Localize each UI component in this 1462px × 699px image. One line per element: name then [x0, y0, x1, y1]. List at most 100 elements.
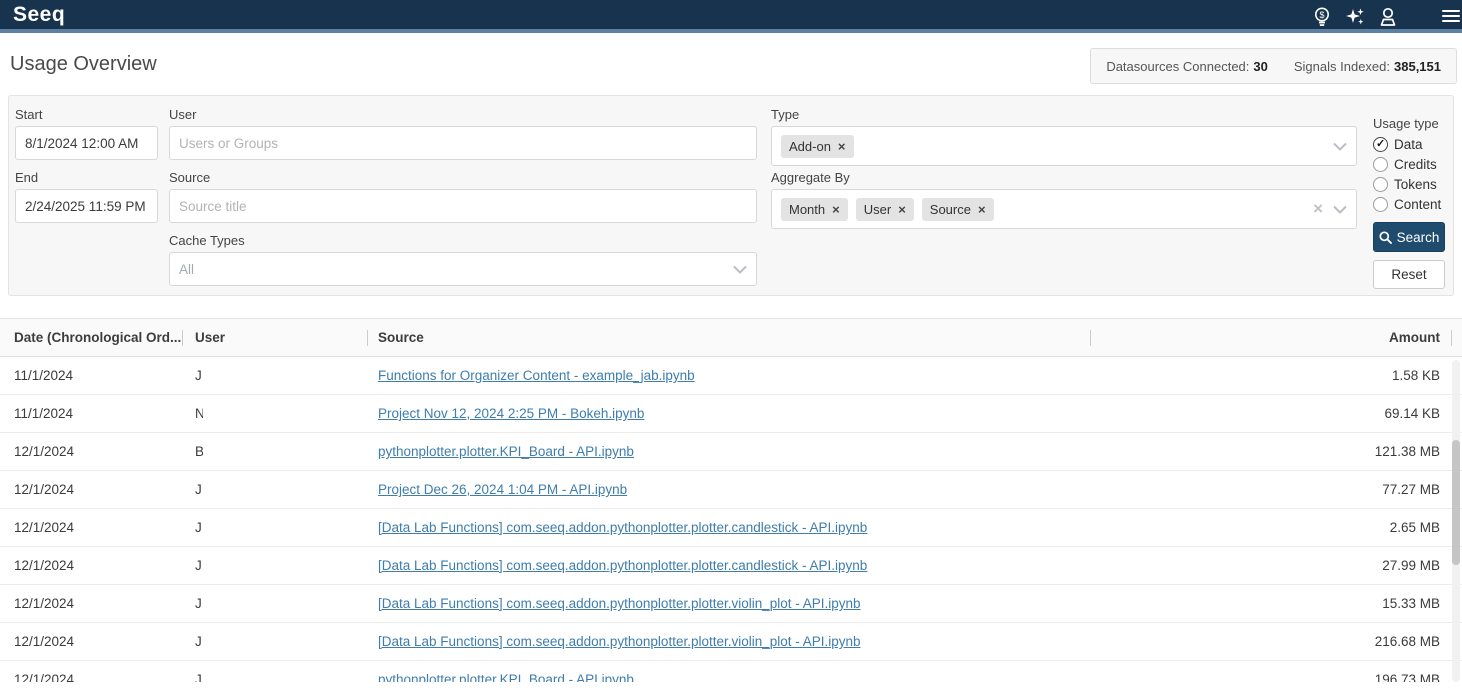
menu-icon[interactable] [1442, 7, 1460, 25]
remove-tag-icon[interactable]: × [898, 202, 906, 217]
usage-type-options: Data Credits Tokens Content [1373, 134, 1449, 214]
table-scrollbar-track[interactable] [1452, 360, 1460, 682]
source-label: Source [169, 170, 210, 185]
source-cell: pythonplotter.plotter.KPI_Board - API.ip… [367, 433, 1090, 470]
stat-label: Signals Indexed: [1294, 59, 1390, 74]
usage-type-option[interactable]: Credits [1373, 154, 1449, 174]
top-navbar: Seeq $ [0, 0, 1462, 33]
radio-button-icon[interactable] [1373, 177, 1388, 192]
radio-button-icon[interactable] [1373, 137, 1388, 152]
source-link[interactable]: Project Nov 12, 2024 2:25 PM - Bokeh.ipy… [378, 406, 644, 421]
user-cell: J [182, 547, 367, 584]
date-cell: 12/1/2024 [0, 433, 182, 470]
table-row: 12/1/2024 J pythonplotter.plotter.KPI_Bo… [0, 661, 1462, 682]
table-row: 12/1/2024 B pythonplotter.plotter.KPI_Bo… [0, 433, 1462, 471]
type-select[interactable]: Add-on× [771, 126, 1357, 166]
source-link[interactable]: [Data Lab Functions] com.seeq.addon.pyth… [378, 596, 861, 611]
table-row: 12/1/2024 J [Data Lab Functions] com.see… [0, 509, 1462, 547]
user-profile-icon[interactable] [1376, 5, 1400, 29]
source-cell: [Data Lab Functions] com.seeq.addon.pyth… [367, 509, 1090, 546]
amount-cell: 196.73 MB [1090, 661, 1452, 682]
source-link[interactable]: Functions for Organizer Content - exampl… [378, 368, 695, 383]
source-cell: Functions for Organizer Content - exampl… [367, 357, 1090, 394]
table-row: 12/1/2024 J [Data Lab Functions] com.see… [0, 547, 1462, 585]
cache-types-select[interactable]: All [169, 252, 757, 286]
end-date-input[interactable] [15, 189, 158, 223]
start-label: Start [15, 107, 42, 122]
aggregate-by-select[interactable]: Month× User× Source× × [771, 189, 1357, 229]
remove-tag-icon[interactable]: × [978, 202, 986, 217]
filter-tag[interactable]: Month× [781, 198, 848, 221]
date-cell: 11/1/2024 [0, 395, 182, 432]
radio-button-icon[interactable] [1373, 157, 1388, 172]
usage-lightbulb-icon[interactable]: $ [1310, 5, 1334, 29]
clear-and-chevron: × [1313, 199, 1347, 219]
column-header-date[interactable]: Date (Chronological Ord... [0, 319, 182, 356]
svg-text:$: $ [1319, 10, 1324, 20]
source-link[interactable]: pythonplotter.plotter.KPI_Board - API.ip… [378, 444, 634, 459]
clear-selection-icon[interactable]: × [1313, 199, 1323, 219]
stat-label: Datasources Connected: [1106, 59, 1249, 74]
date-cell: 12/1/2024 [0, 623, 182, 660]
datasources-connected-stat: Datasources Connected: 30 [1106, 59, 1268, 74]
filter-tag[interactable]: User× [856, 198, 914, 221]
table-row: 11/1/2024 N Project Nov 12, 2024 2:25 PM… [0, 395, 1462, 433]
aggregate-by-label: Aggregate By [771, 170, 850, 185]
search-icon [1379, 231, 1392, 244]
remove-tag-icon[interactable]: × [838, 139, 846, 154]
table-header: Date (Chronological Ord... User Source A… [0, 318, 1462, 357]
chevron-down-icon[interactable] [733, 265, 747, 274]
usage-type-option[interactable]: Data [1373, 134, 1449, 154]
user-cell: N [182, 395, 367, 432]
source-cell: Project Dec 26, 2024 1:04 PM - API.ipynb [367, 471, 1090, 508]
amount-cell: 77.27 MB [1090, 471, 1452, 508]
table-body: 11/1/2024 J Functions for Organizer Cont… [0, 357, 1462, 682]
user-cell: J [182, 509, 367, 546]
table-scrollbar-thumb[interactable] [1452, 440, 1460, 565]
column-header-user[interactable]: User [182, 319, 367, 356]
reset-button[interactable]: Reset [1373, 260, 1445, 289]
type-label: Type [771, 107, 799, 122]
amount-cell: 216.68 MB [1090, 623, 1452, 660]
source-link[interactable]: [Data Lab Functions] com.seeq.addon.pyth… [378, 634, 861, 649]
usage-type-option[interactable]: Content [1373, 194, 1449, 214]
table-row: 11/1/2024 J Functions for Organizer Cont… [0, 357, 1462, 395]
user-cell: B [182, 433, 367, 470]
stat-value: 30 [1253, 59, 1267, 74]
radio-button-icon[interactable] [1373, 197, 1388, 212]
signals-indexed-stat: Signals Indexed: 385,151 [1294, 59, 1441, 74]
amount-cell: 1.58 KB [1090, 357, 1452, 394]
date-cell: 12/1/2024 [0, 547, 182, 584]
page-title: Usage Overview [10, 53, 157, 76]
source-cell: Project Nov 12, 2024 2:25 PM - Bokeh.ipy… [367, 395, 1090, 432]
source-cell: [Data Lab Functions] com.seeq.addon.pyth… [367, 585, 1090, 622]
source-link[interactable]: Project Dec 26, 2024 1:04 PM - API.ipynb [378, 482, 627, 497]
user-cell: J [182, 585, 367, 622]
filter-tag[interactable]: Source× [922, 198, 994, 221]
cache-types-label: Cache Types [169, 233, 245, 248]
seeq-logo: Seeq [13, 3, 65, 27]
user-cell: J [182, 357, 367, 394]
filter-panel: Start End User Source Cache Types All Ty… [8, 95, 1454, 296]
aggregate-by-tags: Month× User× Source× [781, 198, 1002, 221]
filter-tag[interactable]: Add-on× [781, 135, 854, 158]
search-button[interactable]: Search [1373, 222, 1445, 252]
date-cell: 11/1/2024 [0, 357, 182, 394]
type-tags: Add-on× [781, 135, 862, 158]
remove-tag-icon[interactable]: × [832, 202, 840, 217]
end-label: End [15, 170, 38, 185]
column-header-source[interactable]: Source [367, 319, 1090, 356]
amount-cell: 27.99 MB [1090, 547, 1452, 584]
date-cell: 12/1/2024 [0, 585, 182, 622]
chevron-down-icon[interactable] [1333, 142, 1347, 151]
stat-value: 385,151 [1394, 59, 1441, 74]
user-filter-input[interactable] [169, 126, 757, 160]
start-date-input[interactable] [15, 126, 158, 160]
ai-sparkle-icon[interactable] [1343, 5, 1367, 29]
usage-type-option[interactable]: Tokens [1373, 174, 1449, 194]
source-filter-input[interactable] [169, 189, 757, 223]
column-header-amount[interactable]: Amount [1090, 319, 1452, 356]
source-link[interactable]: pythonplotter.plotter.KPI_Board - API.ip… [378, 672, 634, 682]
source-link[interactable]: [Data Lab Functions] com.seeq.addon.pyth… [378, 558, 867, 573]
source-link[interactable]: [Data Lab Functions] com.seeq.addon.pyth… [378, 520, 867, 535]
